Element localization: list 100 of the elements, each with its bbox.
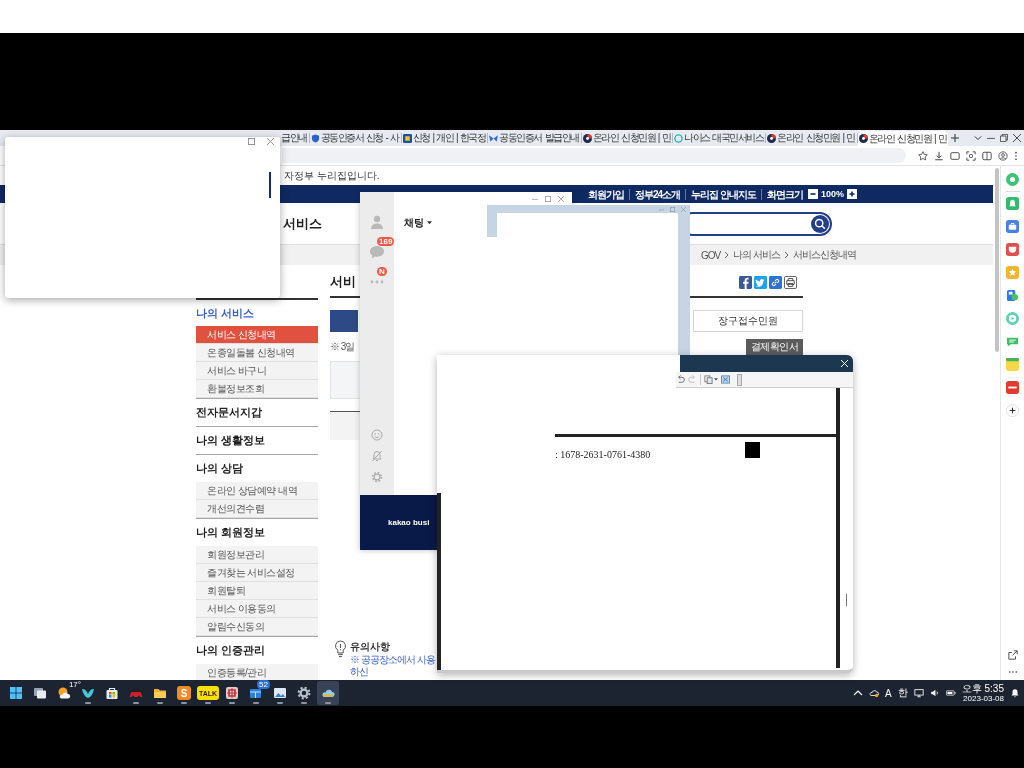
scrollbar-grip[interactable]	[846, 594, 847, 606]
butterfly-icon	[489, 133, 499, 143]
notification-icon[interactable]	[1010, 688, 1020, 698]
browser-tab[interactable]: 신청 | 개인 | 한국정	[401, 133, 489, 143]
address-field[interactable]	[282, 148, 906, 163]
add-icon[interactable]	[1006, 404, 1019, 417]
note-text: ※ 3일	[330, 339, 355, 354]
cloud-sync-icon[interactable]	[869, 688, 880, 698]
utility-link[interactable]: 정부24소개	[629, 188, 686, 200]
chevron-down-icon[interactable]	[974, 134, 982, 142]
sidebar-item[interactable]: 회원정보관리	[196, 546, 318, 564]
tile-app-icon[interactable]	[1006, 289, 1019, 302]
ad-banner[interactable]: kakao busi	[360, 495, 437, 550]
print-icon[interactable]	[784, 275, 797, 289]
browser-tab[interactable]: 온라인 신청민원 | 민	[581, 133, 674, 143]
image-icon[interactable]	[721, 375, 730, 384]
window-panes-icon	[249, 686, 263, 700]
monitor-icon[interactable]	[913, 688, 924, 698]
sidebar-heading[interactable]: 나의 생활정보	[196, 426, 318, 454]
taskbar-button[interactable]: 52	[245, 681, 267, 705]
menu-icon[interactable]	[1014, 150, 1018, 161]
circle-app-icon[interactable]	[1006, 173, 1019, 186]
download-icon[interactable]	[934, 150, 944, 161]
browser-tab[interactable]: 온라인 신청민원 | 민	[857, 131, 949, 146]
input-indicator[interactable]: 한	[897, 686, 908, 700]
swirl-logo-icon	[582, 133, 592, 143]
chevron-right-icon	[724, 251, 730, 259]
profile-icon[interactable]	[998, 150, 1008, 161]
lightbulb-icon	[334, 640, 347, 658]
star-app-icon[interactable]	[1006, 266, 1019, 279]
breadcrumb-link[interactable]: GOV	[701, 249, 721, 261]
chevron-up-icon[interactable]	[853, 688, 864, 698]
battery-icon[interactable]	[945, 688, 956, 698]
shopping-bag-icon	[105, 686, 119, 700]
chat-title[interactable]: 채팅	[404, 216, 424, 230]
bar-app-icon[interactable]	[1006, 381, 1019, 394]
capture-icon[interactable]	[966, 150, 976, 161]
bird-logo-icon[interactable]	[754, 275, 767, 289]
external-link-icon[interactable]	[1007, 650, 1018, 660]
more-icon[interactable]	[1007, 670, 1018, 674]
utility-link[interactable]: 누리집 안내지도	[685, 188, 761, 200]
undo-icon[interactable]	[676, 375, 685, 384]
sidebar-item[interactable]: 개선의견수렴	[196, 500, 318, 518]
swirl-logo-icon	[767, 133, 777, 143]
scrollbar-thumb[interactable]	[995, 168, 999, 352]
sidebar-item[interactable]: 즐겨찾는 서비스설정	[196, 564, 318, 582]
nav-menu-item[interactable]: 서비스	[283, 214, 322, 233]
close-icon[interactable]	[1013, 134, 1021, 142]
bell-app-icon[interactable]	[1006, 197, 1019, 210]
document-text: : 1678-2631-0761-4380	[555, 449, 651, 460]
input-indicator[interactable]: A	[885, 687, 892, 699]
speech-bubble-icon[interactable]	[369, 244, 385, 260]
f-logo-icon[interactable]	[739, 275, 752, 289]
sidebar-item[interactable]: 서비스 이용동의	[196, 600, 318, 618]
breadcrumb-link[interactable]: 나의 서비스	[733, 248, 780, 262]
sidebar-item[interactable]: 회원탈퇴	[196, 582, 318, 600]
receipt-button[interactable]: 결제확인서	[745, 338, 803, 355]
taskbar-button[interactable]	[317, 681, 339, 705]
sun-cloud-icon	[57, 686, 71, 700]
star-icon[interactable]	[918, 150, 928, 161]
minus-icon[interactable]	[807, 189, 818, 199]
caution-text: ※ 공공장소에서 사용하신	[350, 654, 436, 678]
content-tab[interactable]: 장구접수민원	[693, 310, 803, 332]
sidebar-item[interactable]: 온라인 상담예약 내역	[196, 482, 318, 500]
restore-icon[interactable]	[1000, 134, 1008, 142]
sidebar-item[interactable]: 환불정보조회	[196, 380, 318, 398]
filled-square-icon	[745, 442, 760, 458]
search-icon[interactable]	[811, 214, 829, 233]
clock-date[interactable]: 2023-03-08	[963, 693, 1004, 704]
link-icon[interactable]	[769, 275, 782, 289]
caret-icon[interactable]	[427, 221, 432, 225]
sidebar-heading[interactable]: 전자문서지갑	[196, 398, 318, 426]
copy-icon[interactable]	[704, 375, 713, 384]
window-icon[interactable]	[950, 150, 960, 161]
maximize-icon[interactable]	[545, 196, 551, 202]
chat-app-icon[interactable]	[1006, 335, 1019, 348]
sidebar-icon[interactable]	[982, 150, 992, 161]
clock-time[interactable]: 오후 5:35	[961, 682, 1004, 694]
maximize-icon[interactable]	[248, 138, 255, 145]
sidebar-item[interactable]: 알림수신동의	[196, 618, 318, 636]
sidebar-item[interactable]: 인증등록/관리	[196, 664, 318, 680]
caret-icon[interactable]	[714, 378, 718, 381]
four-squares-icon	[9, 686, 23, 700]
app-tile: S	[177, 686, 191, 700]
plus-icon[interactable]	[951, 134, 960, 142]
plus-icon[interactable]	[847, 189, 857, 199]
browser-tab[interactable]: 온라인 신청민원 | 민	[766, 133, 858, 143]
pocket-app-icon[interactable]	[1006, 243, 1019, 256]
sidebar-item[interactable]: 서비스 바구니	[196, 362, 318, 380]
grid-app-icon	[225, 686, 239, 700]
temperature-text: 17°	[68, 680, 81, 689]
browser-tab[interactable]: 공동인증서 발급안내	[488, 133, 582, 143]
breadcrumb-link[interactable]: 서비스신청내역	[793, 248, 856, 262]
sidebar-item[interactable]: 서비스 신청내역	[196, 326, 318, 344]
sidebar-item[interactable]: 온종일돌봄 신청내역	[196, 344, 318, 362]
box-app-icon[interactable]	[1006, 220, 1019, 233]
speaker-icon[interactable]	[929, 688, 940, 698]
utility-link[interactable]: 회원가입	[583, 188, 630, 200]
browser-tab[interactable]: 나이스 대국민서비스	[673, 133, 767, 143]
browser-tab[interactable]: 공동인증서 신청 - 사	[309, 133, 402, 143]
